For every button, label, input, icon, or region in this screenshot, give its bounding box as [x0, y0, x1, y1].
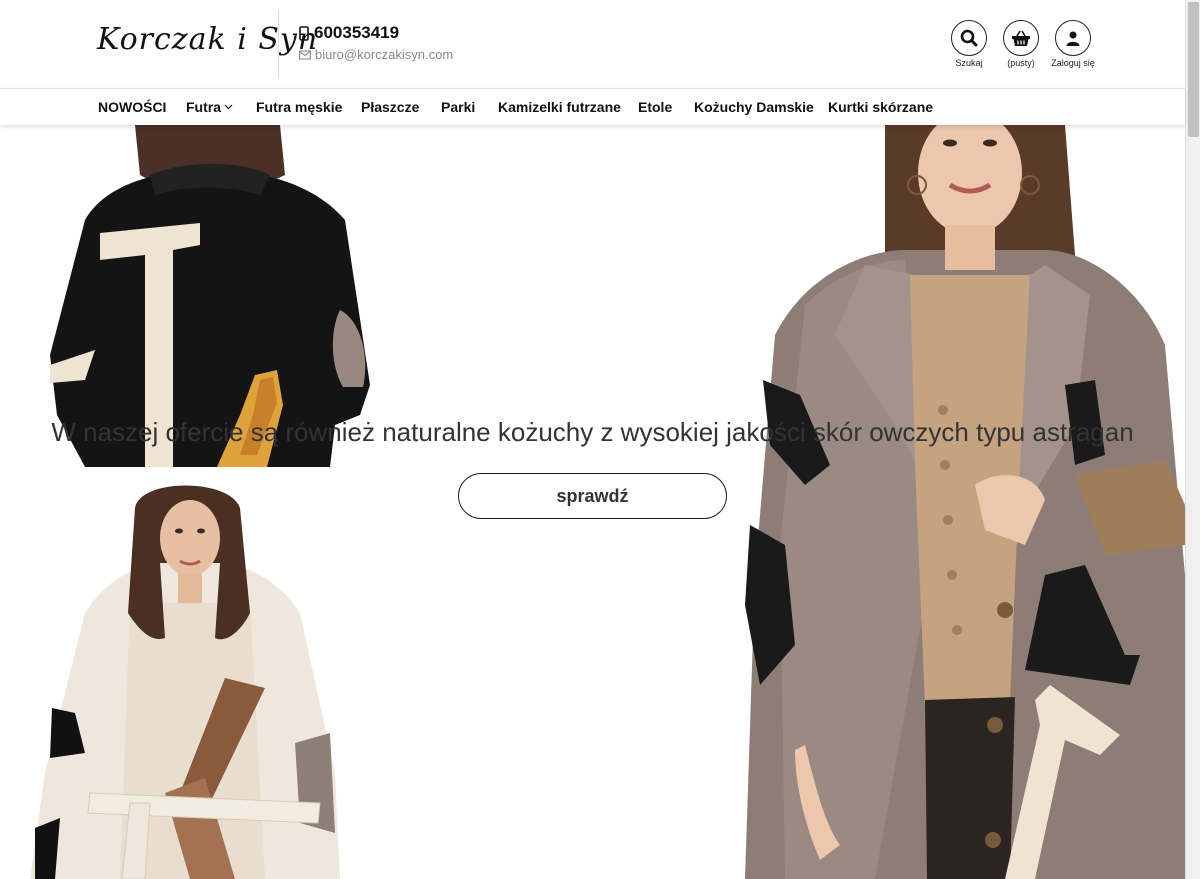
- nav-item-label: Futra męskie: [256, 99, 343, 115]
- cart-button[interactable]: [1003, 20, 1039, 56]
- nav-item-parki[interactable]: Parki: [441, 99, 475, 115]
- nav-item-label: Futra: [186, 99, 221, 115]
- cart-label: (pusty): [1007, 58, 1035, 68]
- nav-item-label: Kożuchy Damskie: [694, 99, 814, 115]
- nav-item-label: Kamizelki futrzane: [498, 99, 621, 115]
- nav-item-futra[interactable]: Futra: [186, 99, 233, 115]
- site-logo[interactable]: Korczak i Syn: [97, 22, 318, 57]
- nav-item-futra-meskie[interactable]: Futra męskie: [256, 99, 342, 115]
- user-icon: [1066, 31, 1080, 46]
- chevron-down-icon: [224, 104, 233, 110]
- phone-number: 600353419: [314, 23, 400, 42]
- product-photo-model-coat: [745, 125, 1185, 879]
- nav-item-label: Parki: [441, 99, 476, 115]
- basket-icon: [1012, 30, 1030, 46]
- nav-item-label: Płaszcze: [361, 99, 420, 115]
- mobile-phone-icon: [299, 25, 309, 41]
- email-contact[interactable]: biuro@korczakisyn.com: [299, 47, 453, 62]
- login-label: Zaloguj się: [1051, 58, 1095, 68]
- envelope-icon: [299, 49, 311, 60]
- header-divider: [278, 10, 279, 78]
- nav-item-plaszcze[interactable]: Płaszcze: [361, 99, 419, 115]
- nav-item-etole[interactable]: Etole: [638, 99, 672, 115]
- nav-item-label: Etole: [638, 99, 673, 115]
- main-navigation: NOWOŚCI Futra Futra męskie Płaszcze Park…: [0, 88, 1185, 125]
- hero-headline: W naszej ofercie są również naturalne ko…: [51, 417, 1134, 447]
- nav-item-kurtki-skorzane[interactable]: Kurtki skórzane: [828, 99, 933, 115]
- search-button[interactable]: [951, 20, 987, 56]
- product-photo-cream-coat: [30, 473, 350, 879]
- nav-item-label: NOWOŚCI: [98, 99, 167, 115]
- product-photo-black-coat: [45, 125, 375, 467]
- phone-contact[interactable]: 600353419: [299, 23, 399, 43]
- site-header: Korczak i Syn 600353419 biuro@korczakisy…: [0, 0, 1185, 88]
- nav-item-kamizelki-futrzane[interactable]: Kamizelki futrzane: [498, 99, 621, 115]
- scrollbar-thumb[interactable]: [1188, 2, 1199, 137]
- nav-item-nowosci[interactable]: NOWOŚCI: [98, 99, 166, 115]
- check-button[interactable]: sprawdź: [458, 473, 727, 519]
- hero-banner[interactable]: W naszej ofercie są również naturalne ko…: [0, 125, 1185, 879]
- page-scrollbar[interactable]: [1185, 0, 1200, 879]
- nav-item-label: Kurtki skórzane: [828, 99, 934, 115]
- login-button[interactable]: [1055, 20, 1091, 56]
- email-address: biuro@korczakisyn.com: [315, 47, 454, 62]
- nav-item-kozuchy-damskie[interactable]: Kożuchy Damskie: [694, 99, 814, 115]
- search-label: Szukaj: [955, 58, 983, 68]
- search-icon: [960, 29, 978, 47]
